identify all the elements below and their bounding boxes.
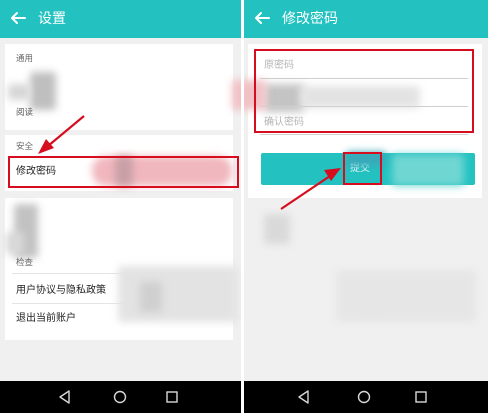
- back-triangle-icon[interactable]: [296, 389, 312, 405]
- redacted-block: [140, 282, 162, 312]
- system-nav-bar: [0, 381, 244, 413]
- redacted-block: [336, 270, 476, 322]
- security-section-header: 安全: [16, 142, 34, 152]
- highlight-box-password-fields: [254, 49, 474, 133]
- general-partial-label: 阅读: [16, 108, 34, 118]
- arrow-left-icon[interactable]: [6, 6, 30, 30]
- redacted-block: [30, 72, 56, 110]
- highlight-box-submit: [343, 152, 382, 185]
- back-triangle-icon[interactable]: [57, 389, 73, 405]
- other-section-header: 检查: [16, 258, 34, 268]
- settings-app-bar: 设置: [0, 0, 244, 38]
- redacted-block: [118, 266, 238, 322]
- recents-square-icon[interactable]: [413, 389, 429, 405]
- logout-label: 退出当前账户: [16, 313, 76, 324]
- redacted-block: [392, 154, 464, 186]
- home-circle-icon[interactable]: [356, 389, 372, 405]
- home-circle-icon[interactable]: [112, 389, 128, 405]
- change-password-app-bar: 修改密码: [244, 0, 488, 38]
- recents-square-icon[interactable]: [164, 389, 180, 405]
- settings-screen: 设置 通用 阅读 安全 修改密码 检查 用户协议与隐私政策 退出当前账户: [0, 0, 244, 413]
- arrow-left-icon[interactable]: [250, 6, 274, 30]
- confirm-password-underline: [260, 134, 468, 135]
- change-password-title: 修改密码: [282, 11, 338, 27]
- settings-title: 设置: [38, 11, 66, 27]
- general-section-header: 通用: [16, 54, 34, 64]
- redacted-block: [8, 84, 30, 100]
- redacted-block: [6, 232, 24, 254]
- highlight-box-change-password: [8, 156, 239, 188]
- privacy-policy-label: 用户协议与隐私政策: [16, 285, 106, 296]
- redacted-block: [264, 214, 290, 244]
- system-nav-bar: [244, 381, 488, 413]
- screen-divider: [241, 0, 244, 413]
